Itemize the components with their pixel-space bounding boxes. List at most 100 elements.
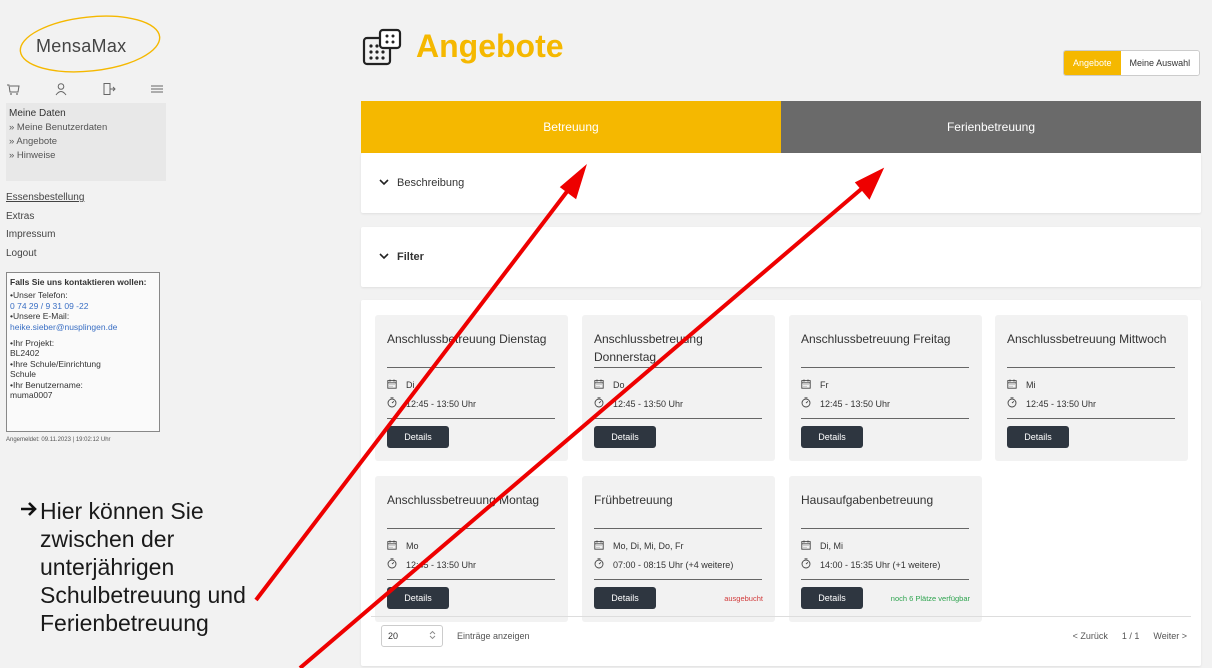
details-button[interactable]: Details	[387, 587, 449, 609]
prev-page-button[interactable]: < Zurück	[1073, 631, 1108, 641]
card-divider	[387, 418, 555, 419]
beschreibung-label: Beschreibung	[397, 177, 465, 189]
details-button[interactable]: Details	[594, 587, 656, 609]
chevron-down-icon	[379, 251, 389, 263]
sidebar-link-essensbestellung[interactable]: Essensbestellung	[6, 189, 84, 208]
contact-email[interactable]: heike.sieber@nusplingen.de	[10, 322, 156, 332]
category-tabs: Betreuung Ferienbetreuung	[361, 101, 1201, 164]
page-title: Angebote	[416, 28, 564, 64]
details-button[interactable]: Details	[1007, 426, 1069, 448]
calendar-icon	[387, 540, 397, 552]
card-divider	[1007, 367, 1175, 368]
details-button[interactable]: Details	[594, 426, 656, 448]
contact-schule-label: •Ihre Schule/Einrichtung	[10, 358, 101, 369]
calendar-icon	[1007, 379, 1017, 391]
details-button[interactable]: Details	[801, 587, 863, 609]
card-divider	[594, 418, 762, 419]
annotation-text: Hier können Sie zwischen der unterjährig…	[21, 497, 360, 637]
logout-icon[interactable]	[102, 82, 116, 96]
next-page-button[interactable]: Weiter >	[1153, 631, 1187, 641]
contact-benutzer: muma0007	[10, 390, 53, 401]
annotation-line: Ferienbetreuung	[40, 610, 209, 636]
offer-days: Fr	[820, 380, 829, 390]
page-indicator: 1 / 1	[1121, 631, 1140, 641]
annotation-line: Schulbetreuung und	[40, 582, 246, 608]
offer-days-row: Mo, Di, Mi, Do, Fr	[594, 540, 684, 552]
offer-title: Anschlussbetreuung Montag	[387, 493, 540, 507]
filter-header[interactable]: Filter	[379, 251, 424, 263]
offer-card: Anschlussbetreuung Freitag Fr 12:45 - 13:5…	[789, 315, 982, 461]
offer-time-row: 14:00 - 15:35 Uhr (+1 weitere)	[801, 558, 940, 571]
details-button[interactable]: Details	[387, 426, 449, 448]
offer-days-row: Mo	[387, 540, 419, 552]
offer-days-row: Do	[594, 379, 625, 391]
offer-time: 12:45 - 13:50 Uhr	[1026, 398, 1097, 409]
offer-time-row: 12:45 - 13:50 Uhr	[387, 558, 476, 571]
offer-days-row: Di, Mi	[801, 540, 843, 552]
contact-projekt-label: •Ihr Projekt:	[10, 338, 55, 349]
availability-status: ausgebucht	[724, 594, 763, 603]
clock-icon	[1007, 397, 1017, 410]
offer-time: 14:00 - 15:35 Uhr (+1 weitere)	[820, 559, 941, 570]
toggle-meine-auswahl[interactable]: Meine Auswahl	[1120, 51, 1200, 75]
offer-title: Frühbetreuung	[594, 493, 673, 507]
meine-daten-title: Meine Daten	[9, 108, 66, 119]
offer-card: Anschlussbetreuung Dienstag Di 12:45 - 13:…	[375, 315, 568, 461]
toggle-angebote[interactable]: Angebote	[1064, 51, 1121, 75]
availability-status: noch 6 Plätze verfügbar	[890, 594, 970, 603]
offer-title: Anschlussbetreuung Mittwoch	[1007, 332, 1167, 346]
card-divider	[594, 579, 762, 580]
offer-title: Anschlussbetreuung Dienstag	[387, 332, 547, 346]
beschreibung-panel[interactable]: Beschreibung	[361, 153, 1201, 213]
offers-grid-icon	[362, 28, 402, 73]
meine-daten-item-hinweise[interactable]: » Hinweise	[9, 149, 163, 163]
calendar-icon	[801, 379, 811, 391]
menu-icon[interactable]	[150, 82, 164, 96]
card-divider	[1007, 418, 1175, 419]
clock-icon	[594, 558, 604, 571]
offer-card: Hausaufgabenbetreuung Di, Mi 14:00 - 15:35…	[789, 476, 982, 622]
filter-panel[interactable]: Filter	[361, 227, 1201, 287]
meine-daten-box: Meine Daten » Meine Benutzerdaten » Ange…	[6, 103, 166, 181]
per-page-label: Einträge anzeigen	[457, 631, 530, 641]
offer-time: 12:45 - 13:50 Uhr	[406, 398, 477, 409]
sidebar-link-extras[interactable]: Extras	[6, 208, 84, 227]
offer-title: Hausaufgabenbetreuung	[801, 493, 934, 507]
meine-daten-item-benutzerdaten[interactable]: » Meine Benutzerdaten	[9, 121, 163, 135]
contact-phone[interactable]: 0 74 29 / 9 31 09 -22	[10, 301, 156, 311]
offer-time-row: 12:45 - 13:50 Uhr	[387, 397, 476, 410]
logo-text: MensaMax	[36, 36, 127, 56]
contact-box: Falls Sie uns kontaktieren wollen: •Unse…	[6, 272, 160, 432]
cart-icon[interactable]	[6, 82, 20, 96]
filter-label: Filter	[397, 251, 424, 263]
calendar-icon	[594, 379, 604, 391]
sidebar-icon-row	[6, 82, 164, 96]
per-page-select[interactable]: 20	[381, 625, 443, 647]
card-divider	[387, 528, 555, 529]
annotation-line: zwischen der	[40, 526, 175, 552]
card-divider	[594, 367, 762, 368]
offer-time-row: 12:45 - 13:50 Uhr	[1007, 397, 1096, 410]
offer-days-row: Mi	[1007, 379, 1036, 391]
sidebar-link-impressum[interactable]: Impressum	[6, 226, 84, 245]
beschreibung-header[interactable]: Beschreibung	[379, 177, 464, 189]
offer-card: Anschlussbetreuung Donnerstag Do 12:45 - 1…	[582, 315, 775, 461]
pagination: < Zurück 1 / 1 Weiter >	[1073, 631, 1187, 641]
calendar-icon	[801, 540, 811, 552]
calendar-icon	[387, 379, 397, 391]
details-button[interactable]: Details	[801, 426, 863, 448]
sidebar-link-logout[interactable]: Logout	[6, 245, 84, 264]
offers-list-panel: Anschlussbetreuung Dienstag Di 12:45 - 13:…	[361, 300, 1201, 666]
offer-time-row: 12:45 - 13:50 Uhr	[594, 397, 683, 410]
contact-heading: Falls Sie uns kontaktieren wollen:	[10, 277, 147, 287]
mensamax-logo[interactable]: MensaMax	[14, 10, 164, 78]
offer-title: Anschlussbetreuung Donnerstag	[594, 332, 703, 364]
tab-ferienbetreuung[interactable]: Ferienbetreuung	[781, 101, 1201, 153]
offer-days: Do	[613, 380, 625, 390]
offer-time: 12:45 - 13:50 Uhr	[613, 398, 684, 409]
tab-betreuung[interactable]: Betreuung	[361, 101, 781, 164]
offer-days: Di, Mi	[820, 541, 843, 551]
offer-card: Anschlussbetreuung Mittwoch Mi 12:45 - 13:…	[995, 315, 1188, 461]
user-icon[interactable]	[54, 82, 68, 96]
meine-daten-item-angebote[interactable]: » Angebote	[9, 135, 163, 149]
